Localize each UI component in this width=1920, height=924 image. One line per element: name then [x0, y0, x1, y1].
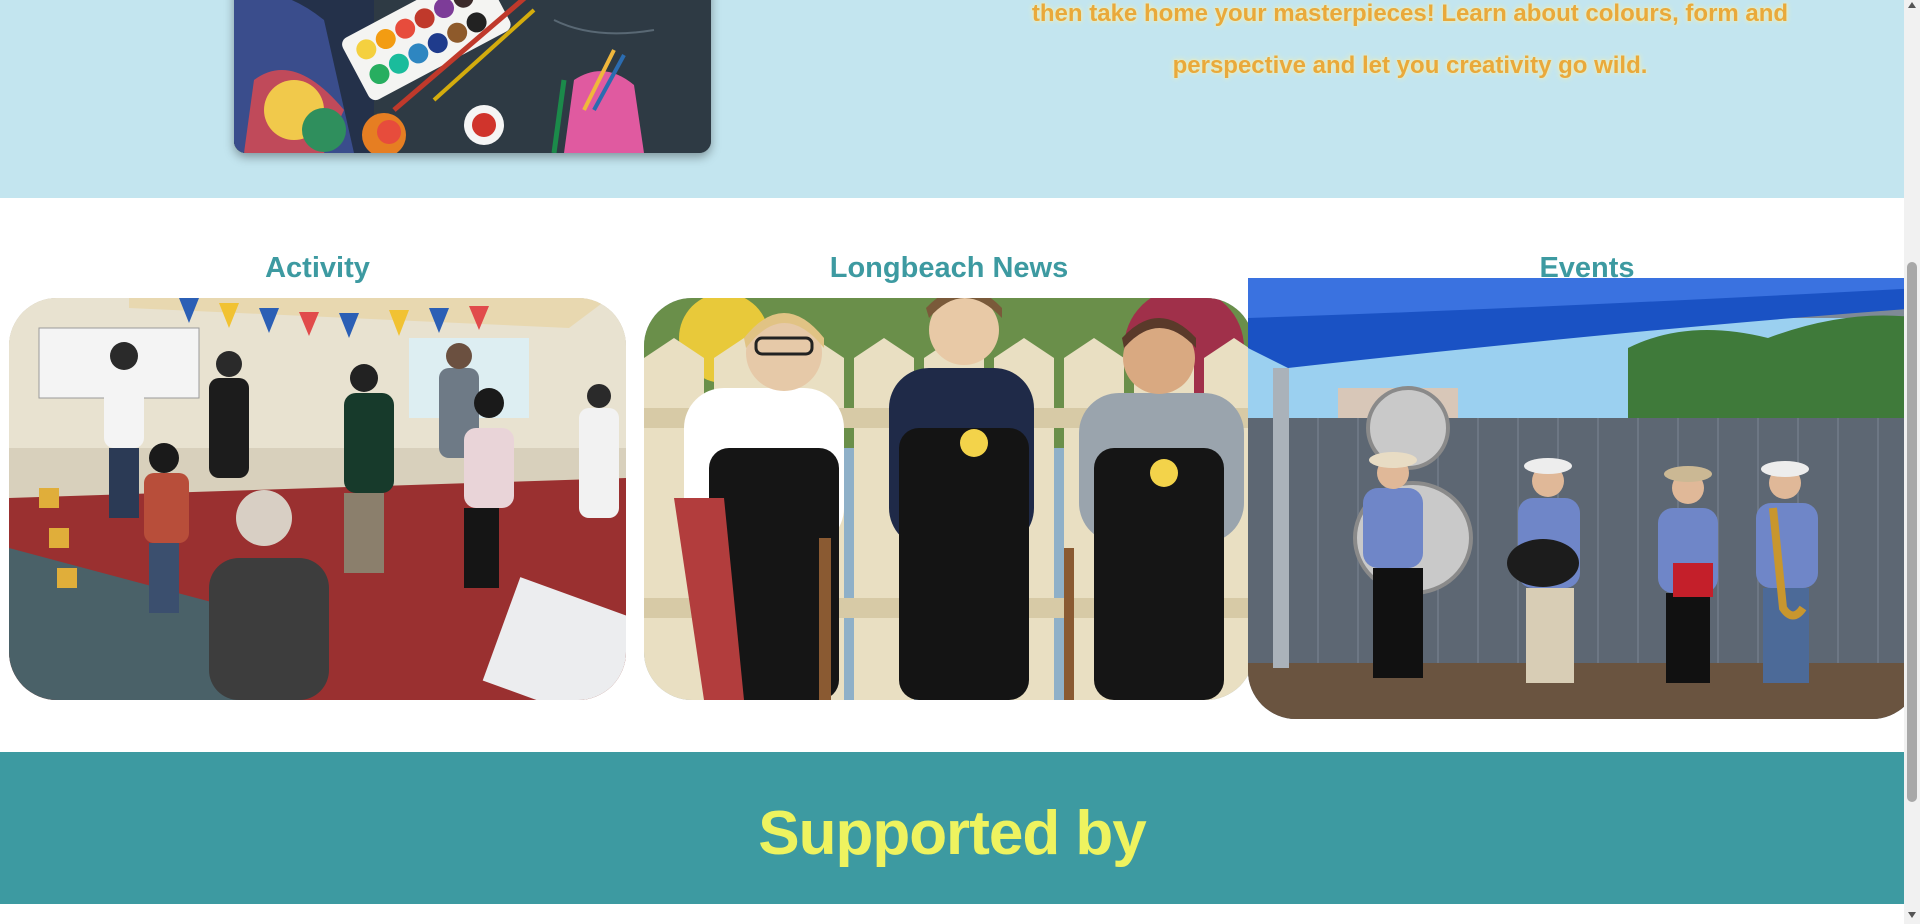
scroll-up-arrow-icon[interactable]	[1908, 2, 1916, 8]
supported-by-title: Supported by	[758, 799, 1147, 868]
vertical-scrollbar[interactable]	[1904, 0, 1920, 924]
page: then take home your masterpieces! Learn …	[0, 0, 1904, 924]
art-class-description: then take home your masterpieces! Learn …	[1000, 0, 1820, 92]
hero-text-line-1: then take home your masterpieces! Learn …	[1031, 0, 1789, 27]
paint-palette-image	[234, 0, 711, 153]
scrollbar-thumb[interactable]	[1907, 262, 1917, 802]
activity-title[interactable]: Activity	[9, 252, 626, 285]
art-class-section: then take home your masterpieces! Learn …	[0, 0, 1904, 198]
activity-image[interactable]	[9, 298, 626, 700]
longbeach-news-image[interactable]	[644, 298, 1254, 700]
scroll-down-arrow-icon[interactable]	[1908, 912, 1916, 918]
events-image[interactable]	[1248, 278, 1904, 719]
longbeach-news-title[interactable]: Longbeach News	[644, 252, 1254, 285]
hero-text-line-2: perspective and let you creativity go wi…	[1172, 52, 1648, 79]
